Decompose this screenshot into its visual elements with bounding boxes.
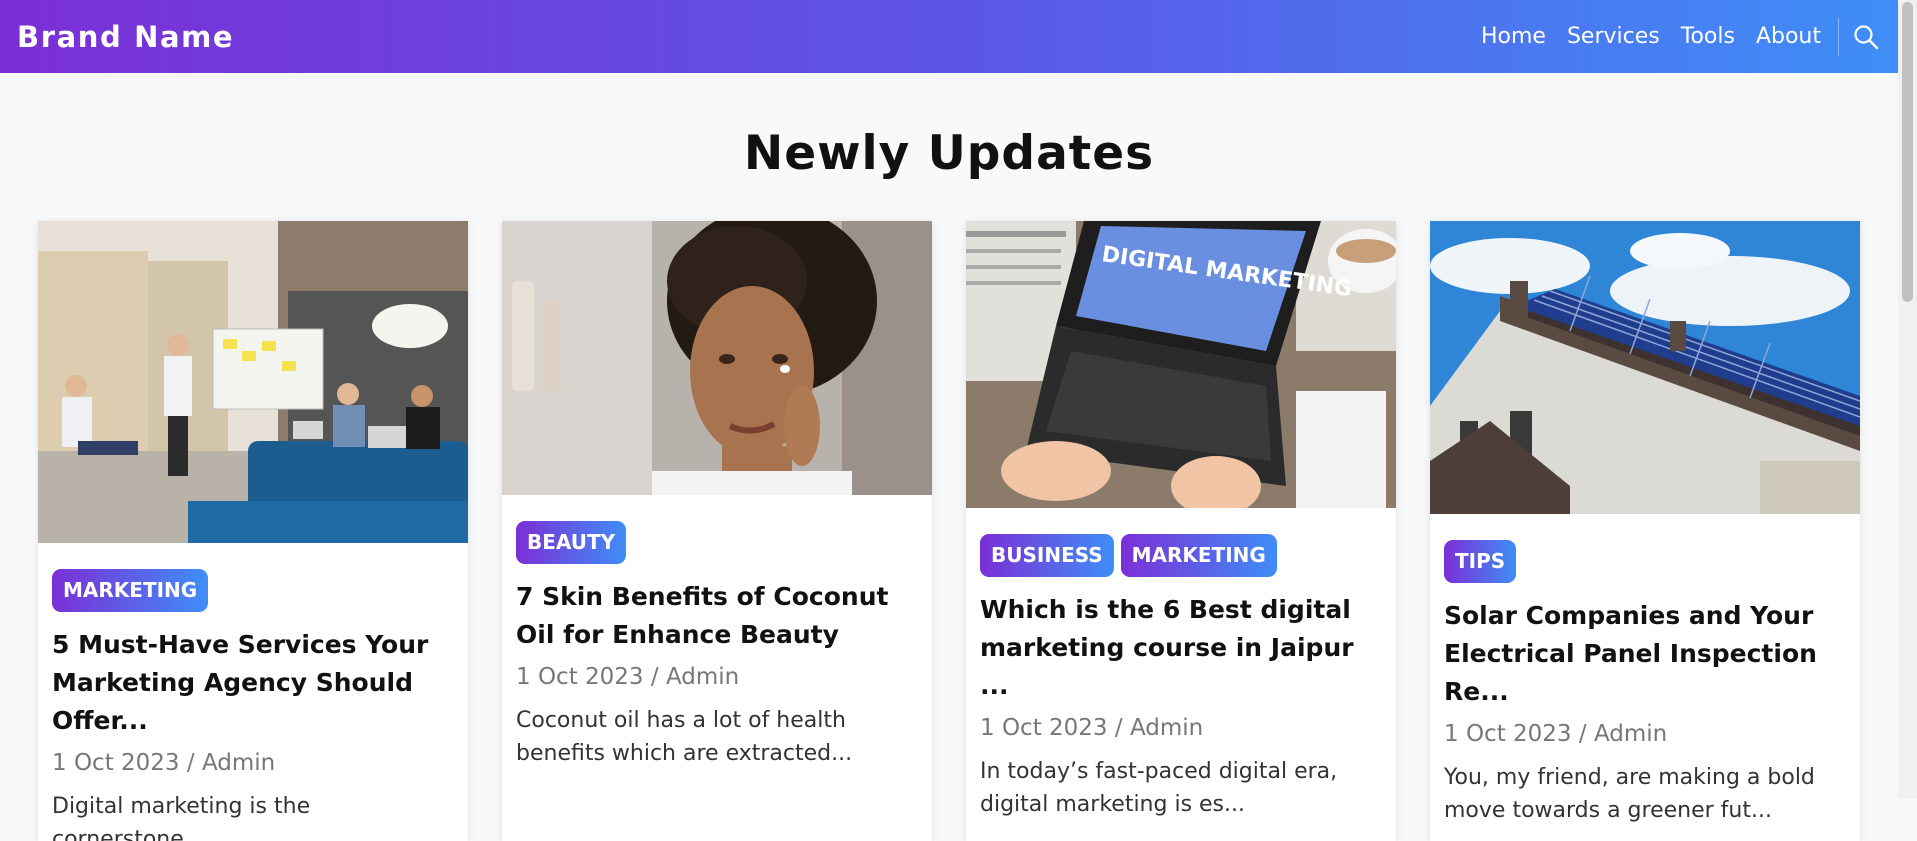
- nav-services[interactable]: Services: [1567, 24, 1660, 49]
- post-date: 1 Oct 2023: [1444, 721, 1572, 747]
- post-card[interactable]: DIGITAL MARKETING BUSINESS MARKETING Whi…: [966, 221, 1396, 841]
- post-meta: 1 Oct 2023 / Admin: [516, 664, 918, 690]
- post-title[interactable]: 5 Must-Have Services Your Marketing Agen…: [52, 626, 454, 740]
- tag-tips[interactable]: TIPS: [1444, 540, 1517, 583]
- post-card-body: BEAUTY 7 Skin Benefits of Coconut Oil fo…: [502, 521, 932, 770]
- tag-list: TIPS: [1444, 540, 1846, 583]
- post-excerpt: Digital marketing is the cornerstone...: [52, 794, 311, 841]
- post-excerpt: In today’s fast-paced digital era, digit…: [980, 759, 1338, 817]
- post-card-body: BUSINESS MARKETING Which is the 6 Best d…: [966, 534, 1396, 821]
- tag-beauty[interactable]: BEAUTY: [516, 521, 627, 564]
- post-title[interactable]: Solar Companies and Your Electrical Pane…: [1444, 597, 1846, 711]
- meta-separator: /: [1114, 715, 1123, 741]
- nav-tools[interactable]: Tools: [1681, 24, 1735, 49]
- post-card-body: TIPS Solar Companies and Your Electrical…: [1430, 540, 1860, 827]
- tag-business[interactable]: BUSINESS: [980, 534, 1114, 577]
- brand-logo[interactable]: Brand Name: [17, 20, 234, 54]
- post-author: Admin: [1129, 715, 1204, 741]
- tag-list: BEAUTY: [516, 521, 918, 564]
- post-title[interactable]: Which is the 6 Best digital marketing co…: [980, 591, 1382, 705]
- tag-list: BUSINESS MARKETING: [980, 534, 1382, 577]
- post-excerpt: Coconut oil has a lot of health benefits…: [516, 708, 853, 766]
- nav-divider: [1838, 17, 1839, 56]
- post-date: 1 Oct 2023: [52, 750, 180, 776]
- tag-marketing[interactable]: MARKETING: [1120, 534, 1277, 577]
- post-card[interactable]: MARKETING 5 Must-Have Services Your Mark…: [38, 221, 468, 841]
- nav-about[interactable]: About: [1756, 24, 1821, 49]
- scrollbar-thumb[interactable]: [1902, 2, 1913, 302]
- post-author: Admin: [1593, 721, 1668, 747]
- nav-home[interactable]: Home: [1481, 24, 1546, 49]
- post-card-body: MARKETING 5 Must-Have Services Your Mark…: [38, 569, 468, 841]
- post-card[interactable]: TIPS Solar Companies and Your Electrical…: [1430, 221, 1860, 841]
- nav-links: Home Services Tools About: [1460, 0, 1881, 73]
- post-meta: 1 Oct 2023 / Admin: [1444, 721, 1846, 747]
- post-title[interactable]: 7 Skin Benefits of Coconut Oil for Enhan…: [516, 578, 918, 654]
- post-image-office-meeting[interactable]: [38, 221, 468, 543]
- section-title: Newly Updates: [743, 126, 1155, 181]
- post-meta: 1 Oct 2023 / Admin: [980, 715, 1382, 741]
- search-icon[interactable]: [1851, 22, 1881, 52]
- post-image-woman-skincare[interactable]: [502, 221, 932, 495]
- meta-separator: /: [1578, 721, 1587, 747]
- top-navbar: Brand Name Home Services Tools About: [0, 0, 1898, 73]
- post-card[interactable]: BEAUTY 7 Skin Benefits of Coconut Oil fo…: [502, 221, 932, 841]
- tag-marketing[interactable]: MARKETING: [52, 569, 209, 612]
- meta-separator: /: [650, 664, 659, 690]
- post-excerpt: You, my friend, are making a bold move t…: [1444, 765, 1815, 823]
- post-author: Admin: [665, 664, 740, 690]
- page-scrollbar[interactable]: [1898, 0, 1917, 799]
- post-image-solar-roof[interactable]: [1430, 221, 1860, 514]
- meta-separator: /: [186, 750, 195, 776]
- post-date: 1 Oct 2023: [980, 715, 1108, 741]
- post-author: Admin: [201, 750, 276, 776]
- post-image-digital-marketing-laptop[interactable]: DIGITAL MARKETING: [966, 221, 1396, 508]
- post-date: 1 Oct 2023: [516, 664, 644, 690]
- post-meta: 1 Oct 2023 / Admin: [52, 750, 454, 776]
- tag-list: MARKETING: [52, 569, 454, 612]
